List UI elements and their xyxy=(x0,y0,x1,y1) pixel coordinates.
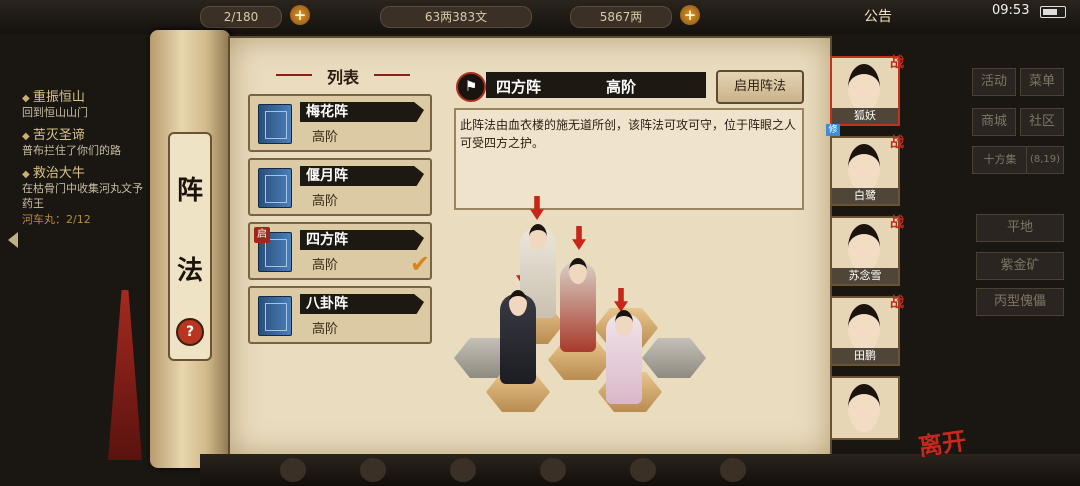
quest-desc: 在枯骨门中收集河丸文予药王 xyxy=(22,182,143,210)
hero-name: 苏念雪 xyxy=(832,268,898,284)
character-figure xyxy=(500,290,536,384)
quest-desc: 普布拦住了你们的路 xyxy=(22,144,121,157)
hero-slot[interactable]: 战 狐妖 xyxy=(830,55,904,126)
hero-name: 田鹏 xyxy=(832,348,898,364)
activity-button[interactable]: 活动 xyxy=(972,68,1016,96)
flag-icon: ⚑ xyxy=(456,72,486,102)
quest-title: 重振恒山 xyxy=(22,86,152,105)
menu-icon[interactable] xyxy=(540,458,566,482)
detail-name: 四方阵 xyxy=(496,78,542,96)
character-head xyxy=(569,258,587,284)
book-icon xyxy=(258,296,292,336)
shop-button[interactable]: 商城 xyxy=(972,108,1016,136)
hero-portrait xyxy=(848,224,880,272)
tassel-decoration xyxy=(108,290,142,460)
menu-icon[interactable] xyxy=(360,458,386,482)
location-coords: (8,19) xyxy=(1026,146,1064,174)
menu-icon[interactable] xyxy=(280,458,306,482)
menu-icon[interactable] xyxy=(720,458,746,482)
formation-item-sifang[interactable]: 启 四方阵 高阶 xyxy=(248,222,432,280)
community-button[interactable]: 社区 xyxy=(1020,108,1064,136)
formation-item-bagua[interactable]: 八卦阵 高阶 xyxy=(248,286,432,344)
add-gold-button[interactable]: + xyxy=(680,5,700,25)
hero-portrait xyxy=(848,64,880,112)
leave-button[interactable]: 离开 xyxy=(916,421,968,462)
ore-info: 紫金矿 xyxy=(976,252,1064,280)
expand-arrow-icon[interactable] xyxy=(8,232,18,248)
formation-rank: 高阶 xyxy=(312,322,339,337)
formation-item-yanyue[interactable]: 偃月阵 高阶 xyxy=(248,158,432,216)
hero-portrait xyxy=(848,144,880,192)
battle-badge: 战 xyxy=(890,135,904,151)
scroll-title-char: 法 xyxy=(176,256,203,286)
add-capacity-button[interactable]: + xyxy=(290,5,310,25)
selected-check-icon: ✔ xyxy=(410,250,431,278)
formation-rank: 高阶 xyxy=(312,258,339,273)
hero-name: 白鹭 xyxy=(832,188,898,204)
active-tag: 启 xyxy=(254,227,270,243)
menu-icon[interactable] xyxy=(630,458,656,482)
quest-progress: 河车丸：2/12 xyxy=(22,213,91,226)
formation-name: 偃月阵 xyxy=(300,166,424,186)
formation-rank: 高阶 xyxy=(312,130,339,145)
hero-portrait xyxy=(848,304,880,352)
character-head xyxy=(615,310,633,336)
detail-rank: 高阶 xyxy=(606,78,637,96)
battle-badge: 战 xyxy=(890,295,904,311)
hero-slot[interactable]: 战 白鹭 xyxy=(830,135,904,206)
capacity-display: 2/180 xyxy=(200,6,282,28)
hero-portrait xyxy=(848,384,880,432)
top-status-bar: 2/180 + 63两383文 5867两 + 公告 09:53 xyxy=(0,0,1080,34)
scroll-title-char: 阵 xyxy=(176,176,203,206)
formation-description: 此阵法由血衣楼的施无道所创，该阵法可攻可守，位于阵眼之人可受四方之护。 xyxy=(460,118,797,150)
list-header: 列表 xyxy=(258,64,428,87)
formation-name: 四方阵 xyxy=(300,230,424,250)
menu-icon[interactable] xyxy=(450,458,476,482)
hero-slot[interactable]: 战 田鹏 xyxy=(830,295,904,366)
item-info: 丙型傀儡 xyxy=(976,288,1064,316)
quest-tracker[interactable]: 重振恒山 回到恒山山门 苦灭圣谛 普布拦住了你们的路 救治大牛 在枯骨门中收集河… xyxy=(22,82,152,272)
silver-display: 63两383文 xyxy=(380,6,532,28)
formation-name: 梅花阵 xyxy=(300,102,424,122)
cultivate-tag: 修 xyxy=(826,124,840,136)
formation-rank: 高阶 xyxy=(312,194,339,209)
terrain-info: 平地 xyxy=(976,214,1064,242)
notice-button[interactable]: 公告 xyxy=(864,6,892,26)
battery-icon xyxy=(1040,6,1066,18)
book-icon xyxy=(258,104,292,144)
character-head xyxy=(509,290,527,316)
hero-slot[interactable]: 战 苏念雪 xyxy=(830,215,904,286)
hero-slot[interactable] xyxy=(830,376,900,440)
quest-desc: 回到恒山山门 xyxy=(22,106,88,119)
formation-item-meihua[interactable]: 梅花阵 高阶 xyxy=(248,94,432,152)
character-head xyxy=(529,224,547,250)
book-icon xyxy=(258,168,292,208)
help-icon[interactable]: ? xyxy=(176,318,204,346)
quest-title: 苦灭圣谛 xyxy=(22,124,152,143)
character-figure xyxy=(560,258,596,352)
enable-formation-button[interactable]: 启用阵法 xyxy=(716,70,804,104)
battle-badge: 战 xyxy=(890,55,904,71)
menu-button[interactable]: 菜单 xyxy=(1020,68,1064,96)
quest-title: 救治大牛 xyxy=(22,162,152,181)
character-figure xyxy=(606,310,642,404)
location-name: 十方集 xyxy=(972,146,1028,174)
clock: 09:53 xyxy=(992,3,1030,18)
hero-name: 狐妖 xyxy=(832,108,898,124)
gold-display: 5867两 xyxy=(570,6,672,28)
battle-badge: 战 xyxy=(890,215,904,231)
formation-name: 八卦阵 xyxy=(300,294,424,314)
